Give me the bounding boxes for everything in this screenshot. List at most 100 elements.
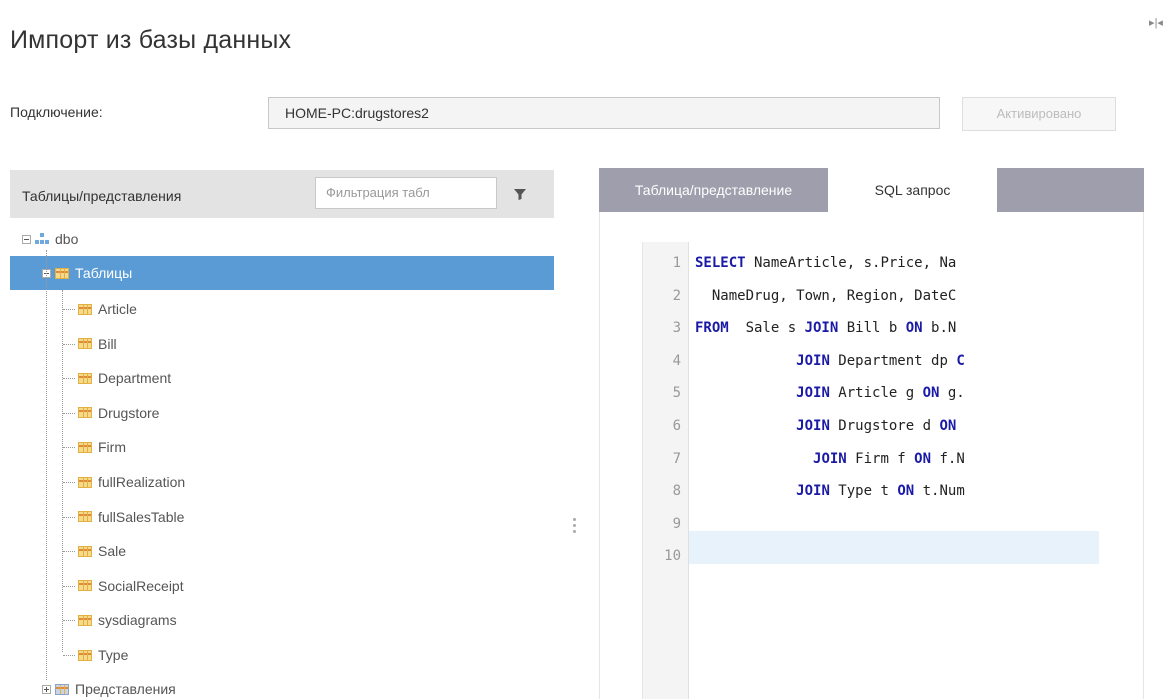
tree-label-table: fullSalesTable	[98, 508, 185, 525]
line-number: 9	[672, 515, 681, 532]
tree-guide-line	[63, 516, 75, 518]
tree-node-tables[interactable]: Таблицы	[10, 256, 554, 290]
page-title: Импорт из базы данных	[10, 26, 292, 54]
sql-text: t.Num	[914, 483, 965, 500]
tree-guide-line	[63, 482, 75, 483]
tree-label-table: Drugstore	[98, 404, 160, 421]
current-line-highlight	[689, 531, 1099, 564]
collapse-panel-icon[interactable]: ▸|◂	[1146, 12, 1166, 32]
tab-table-view[interactable]: Таблица/представление	[599, 168, 828, 212]
tree-guide-line	[63, 447, 75, 449]
sql-text: f.N	[931, 450, 965, 467]
activated-button[interactable]: Активировано	[962, 97, 1116, 131]
sql-text: Sale s	[728, 320, 805, 337]
sql-keyword: ON	[922, 385, 940, 402]
table-icon	[78, 303, 92, 315]
tree-node-table[interactable]: Firm	[78, 430, 126, 464]
sql-text: Department dp	[829, 352, 957, 369]
table-folder-icon	[55, 267, 69, 279]
sql-text: g.	[939, 385, 965, 402]
sql-text: b.N	[922, 320, 957, 337]
sql-keyword: JOIN	[796, 483, 830, 500]
tree-label-table: Sale	[98, 543, 127, 560]
table-icon	[78, 372, 92, 384]
table-icon	[78, 511, 92, 523]
tree-label-dbo: dbo	[55, 231, 79, 247]
tree-node-table[interactable]: Bill	[78, 327, 117, 361]
table-icon	[78, 338, 92, 350]
tree-label-table: SocialReceipt	[98, 577, 184, 594]
tree-guide-line	[63, 551, 75, 553]
tree-guide-line	[63, 378, 75, 380]
tree-label-table: Bill	[98, 335, 117, 352]
collapse-icon[interactable]	[22, 234, 31, 244]
sql-keyword: ON	[897, 483, 915, 500]
sql-text: Article g	[829, 385, 923, 402]
code-line: NameDrug, Town, Region, DateC	[695, 280, 956, 312]
line-number: 5	[672, 385, 681, 402]
tree-label-table: Article	[98, 301, 137, 317]
table-icon	[78, 580, 92, 592]
sql-keyword: JOIN	[796, 418, 830, 434]
code-line: JOIN Type t ON t.Num	[695, 475, 965, 507]
table-icon	[78, 649, 92, 661]
tree-label-tables: Таблицы	[75, 265, 133, 281]
tree-guide-line	[63, 655, 75, 656]
line-number: 1	[672, 255, 681, 271]
tree-label-table: Firm	[98, 439, 126, 456]
sql-keyword: C	[956, 352, 965, 369]
line-number: 2	[672, 287, 681, 304]
table-icon	[78, 476, 92, 488]
tree-node-table[interactable]: Drugstore	[78, 396, 159, 430]
filter-icon[interactable]	[512, 186, 528, 202]
panel-splitter[interactable]	[573, 518, 577, 538]
sql-text: NameArticle, s.Price, Na	[745, 255, 957, 271]
line-number: 10	[664, 548, 681, 565]
sql-text: NameDrug, Town, Region, DateC	[695, 287, 957, 304]
sql-keyword: JOIN	[804, 320, 839, 337]
tree-label-table: fullRealization	[98, 474, 186, 490]
schema-icon	[35, 233, 49, 245]
line-number: 3	[672, 320, 681, 337]
line-number: 4	[672, 352, 681, 369]
line-number: 7	[672, 450, 681, 467]
tree-node-table[interactable]: fullSalesTable	[78, 500, 184, 534]
sql-keyword: JOIN	[796, 385, 830, 402]
tree-guide-line	[63, 620, 75, 622]
tree-label-table: Type	[98, 647, 129, 663]
views-folder-icon	[55, 683, 69, 695]
line-number: 6	[672, 418, 681, 434]
sql-keyword: ON	[905, 320, 923, 337]
tree-node-dbo[interactable]: dbo	[22, 222, 78, 256]
tree-node-table[interactable]: Sale	[78, 534, 126, 568]
sql-keyword: ON	[939, 418, 957, 434]
code-line: JOIN Department dp C	[695, 345, 965, 377]
line-number: 8	[672, 483, 681, 500]
connection-label: Подключение:	[10, 104, 103, 120]
tree-node-table[interactable]: Department	[78, 361, 171, 395]
tables-tree: dbo Таблицы Представления Article Bill Dep…	[10, 218, 554, 699]
tree-node-table[interactable]: Article	[78, 292, 137, 326]
tree-node-table[interactable]: sysdiagrams	[78, 603, 177, 637]
tables-panel-title: Таблицы/представления	[22, 188, 182, 204]
table-icon	[78, 545, 92, 557]
sql-keyword: FROM	[695, 320, 729, 337]
sql-editor[interactable]: 1 SELECT NameArticle, s.Price, Na 2 NameDr…	[642, 242, 1099, 699]
tree-guide-line	[63, 343, 75, 345]
tree-node-table[interactable]: fullRealization	[78, 465, 185, 499]
sql-text: Bill b	[838, 320, 906, 337]
expand-icon[interactable]	[42, 684, 51, 694]
tree-guide-line	[63, 585, 75, 587]
tab-sql-query[interactable]: SQL запрос	[828, 168, 997, 212]
tree-node-views[interactable]: Представления	[42, 672, 176, 699]
connection-field[interactable]: HOME-PC:drugstores2	[268, 97, 940, 129]
sql-keyword: SELECT	[695, 255, 746, 271]
table-filter-input[interactable]: Фильтрация табл	[315, 177, 497, 209]
tree-node-table[interactable]: SocialReceipt	[78, 569, 184, 603]
tree-node-table[interactable]: Type	[78, 638, 128, 672]
tree-label-views: Представления	[75, 681, 176, 697]
sql-text: Firm f	[846, 450, 915, 467]
